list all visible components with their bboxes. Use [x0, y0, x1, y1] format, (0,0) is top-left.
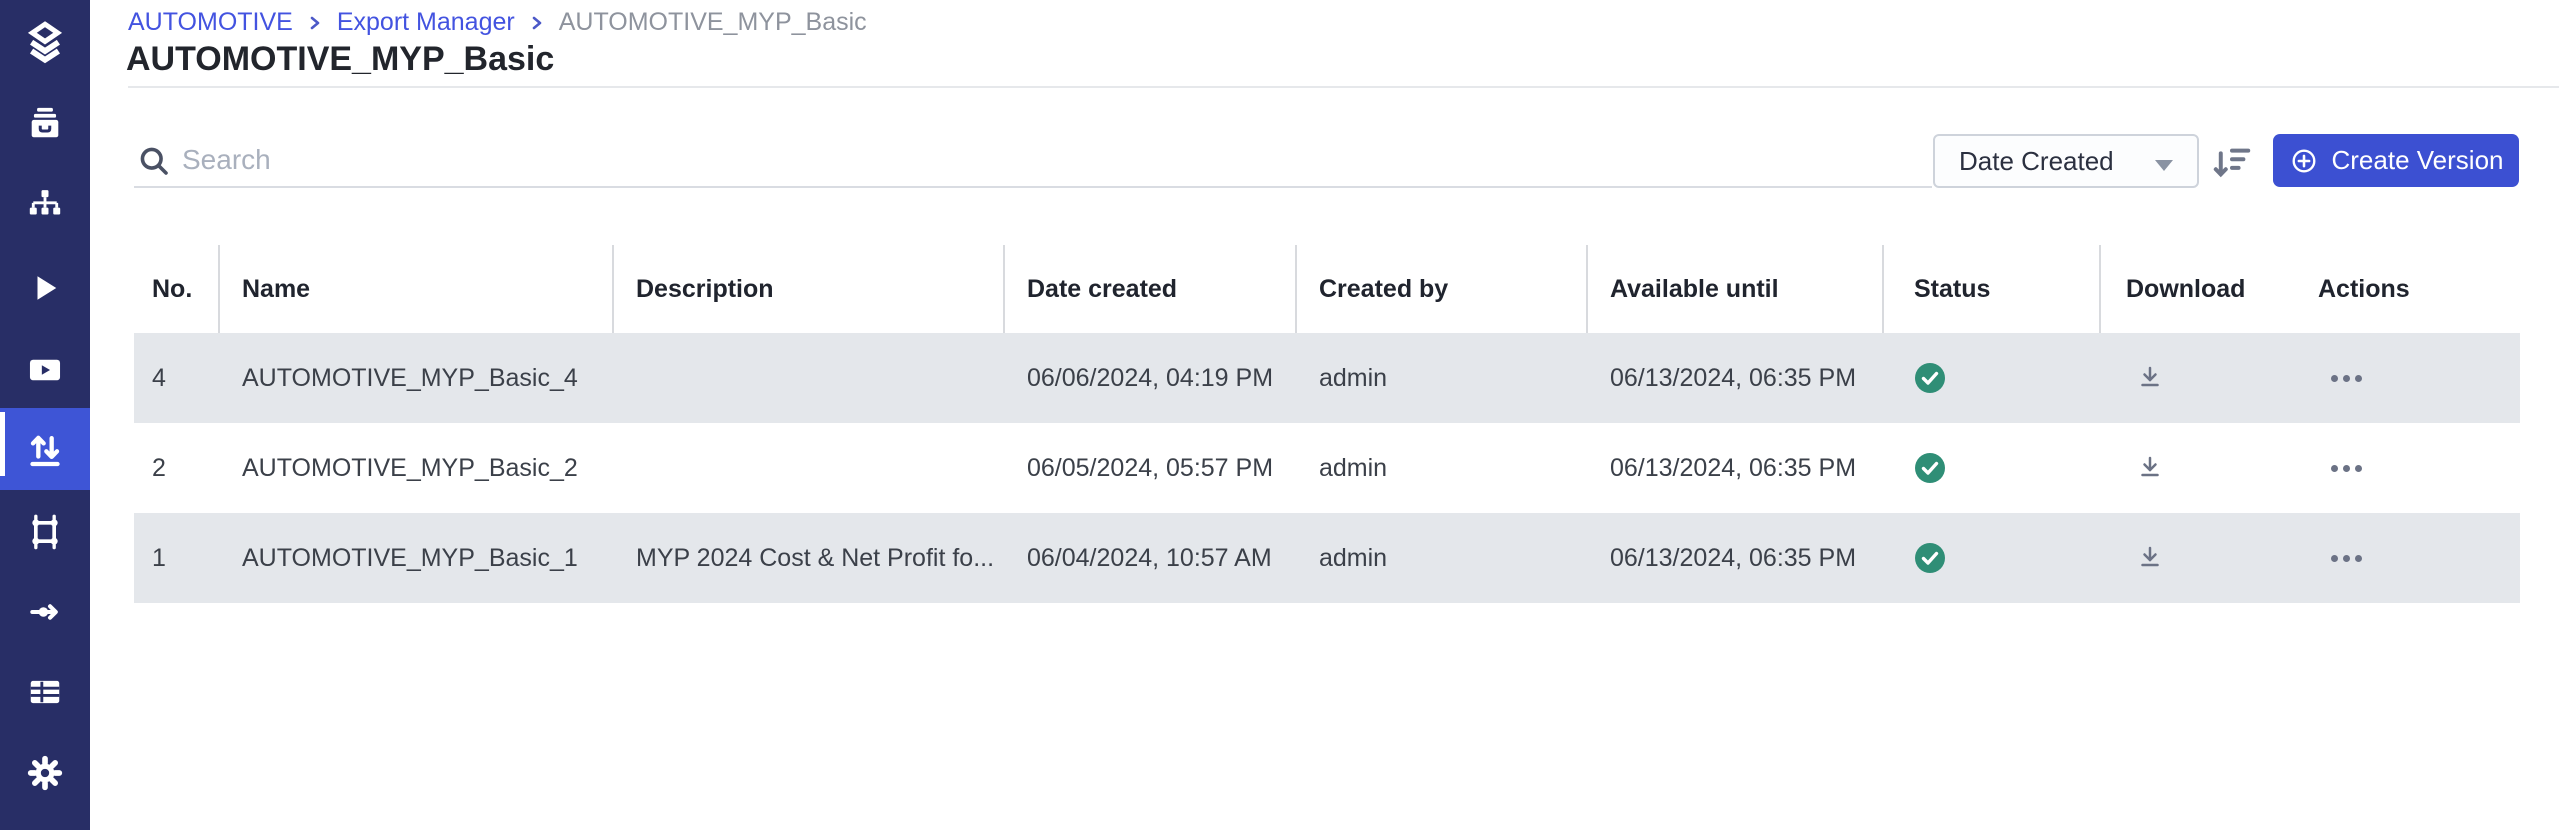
- sidebar-item-flow[interactable]: [0, 572, 90, 652]
- row-status: [1884, 333, 2101, 423]
- col-header-no[interactable]: No.: [134, 245, 220, 333]
- sidebar-item-artboard[interactable]: [0, 492, 90, 572]
- row-description: [614, 333, 1005, 423]
- row-created-by: admin: [1297, 513, 1588, 603]
- settings-icon: [25, 753, 65, 793]
- sidebar-item-export-manager[interactable]: [0, 408, 90, 490]
- status-success-icon: [1914, 362, 1946, 394]
- breadcrumb-link-export-manager[interactable]: Export Manager: [337, 8, 515, 37]
- row-actions-menu-button[interactable]: [2331, 555, 2362, 562]
- sidebar-item-media[interactable]: [0, 330, 90, 410]
- search-icon: [136, 143, 172, 179]
- col-header-date-created[interactable]: Date created: [1005, 245, 1297, 333]
- download-button[interactable]: [2135, 543, 2165, 573]
- col-header-actions[interactable]: Actions: [2295, 245, 2520, 333]
- archive-icon: [26, 105, 64, 143]
- col-header-description[interactable]: Description: [614, 245, 1005, 333]
- download-icon: [2135, 453, 2165, 483]
- page-title: AUTOMOTIVE_MYP_Basic: [126, 40, 554, 79]
- download-button[interactable]: [2135, 453, 2165, 483]
- sidebar: [0, 0, 90, 830]
- table-row[interactable]: 1 AUTOMOTIVE_MYP_Basic_1 MYP 2024 Cost &…: [134, 513, 2520, 603]
- sort-direction-button[interactable]: [2208, 140, 2256, 184]
- col-header-download[interactable]: Download: [2101, 245, 2295, 333]
- versions-table: No. Name Description Date created Create…: [134, 245, 2520, 603]
- row-date-created: 06/06/2024, 04:19 PM: [1005, 333, 1297, 423]
- row-available-until: 06/13/2024, 06:35 PM: [1588, 423, 1884, 513]
- row-created-by: admin: [1297, 333, 1588, 423]
- video-icon: [26, 351, 64, 389]
- flow-icon: [26, 593, 64, 631]
- play-icon: [27, 270, 63, 306]
- row-status: [1884, 513, 2101, 603]
- chevron-right-icon: [307, 14, 323, 32]
- row-no: 4: [134, 333, 220, 423]
- sidebar-item-archive[interactable]: [0, 84, 90, 164]
- breadcrumb: AUTOMOTIVE Export Manager AUTOMOTIVE_MYP…: [128, 8, 867, 37]
- col-header-available-until[interactable]: Available until: [1588, 245, 1884, 333]
- create-version-label: Create Version: [2332, 145, 2504, 176]
- row-no: 2: [134, 423, 220, 513]
- row-date-created: 06/04/2024, 10:57 AM: [1005, 513, 1297, 603]
- header-divider: [128, 86, 2559, 88]
- row-name: AUTOMOTIVE_MYP_Basic_2: [220, 423, 614, 513]
- artboard-icon: [25, 512, 65, 552]
- col-header-status[interactable]: Status: [1884, 245, 2101, 333]
- row-no: 1: [134, 513, 220, 603]
- sort-field-value: Date Created: [1935, 146, 2114, 177]
- row-actions-menu-button[interactable]: [2331, 465, 2362, 472]
- table-icon: [26, 673, 64, 711]
- breadcrumb-current: AUTOMOTIVE_MYP_Basic: [559, 8, 867, 37]
- row-name: AUTOMOTIVE_MYP_Basic_4: [220, 333, 614, 423]
- sort-descending-icon: [2211, 143, 2253, 181]
- sidebar-item-run[interactable]: [0, 248, 90, 328]
- table-header-row: No. Name Description Date created Create…: [134, 245, 2520, 333]
- status-success-icon: [1914, 452, 1946, 484]
- col-header-created-by[interactable]: Created by: [1297, 245, 1588, 333]
- breadcrumb-link-automotive[interactable]: AUTOMOTIVE: [128, 8, 293, 37]
- sidebar-item-settings[interactable]: [0, 733, 90, 813]
- download-icon: [2135, 543, 2165, 573]
- status-success-icon: [1914, 542, 1946, 574]
- download-icon: [2135, 363, 2165, 393]
- chevron-right-icon: [529, 14, 545, 32]
- create-version-button[interactable]: Create Version: [2273, 134, 2519, 187]
- sidebar-item-tables[interactable]: [0, 652, 90, 732]
- export-manager-icon: [25, 429, 65, 469]
- row-status: [1884, 423, 2101, 513]
- search-bar: [134, 134, 1932, 188]
- col-header-name[interactable]: Name: [220, 245, 614, 333]
- row-available-until: 06/13/2024, 06:35 PM: [1588, 333, 1884, 423]
- row-created-by: admin: [1297, 423, 1588, 513]
- download-button[interactable]: [2135, 363, 2165, 393]
- hierarchy-icon: [26, 187, 64, 225]
- stack-logo-icon[interactable]: [0, 8, 90, 78]
- row-available-until: 06/13/2024, 06:35 PM: [1588, 513, 1884, 603]
- active-indicator: [0, 412, 5, 476]
- search-input[interactable]: [182, 140, 1882, 180]
- table-row[interactable]: 2 AUTOMOTIVE_MYP_Basic_2 06/05/2024, 05:…: [134, 423, 2520, 513]
- chevron-down-icon: [2155, 160, 2173, 171]
- row-actions-menu-button[interactable]: [2331, 375, 2362, 382]
- sort-field-dropdown[interactable]: Date Created: [1933, 134, 2199, 188]
- row-date-created: 06/05/2024, 05:57 PM: [1005, 423, 1297, 513]
- plus-circle-icon: [2289, 146, 2319, 176]
- row-name: AUTOMOTIVE_MYP_Basic_1: [220, 513, 614, 603]
- row-description: MYP 2024 Cost & Net Profit fo...: [614, 513, 1005, 603]
- table-row[interactable]: 4 AUTOMOTIVE_MYP_Basic_4 06/06/2024, 04:…: [134, 333, 2520, 423]
- sidebar-item-hierarchy[interactable]: [0, 166, 90, 246]
- row-description: [614, 423, 1005, 513]
